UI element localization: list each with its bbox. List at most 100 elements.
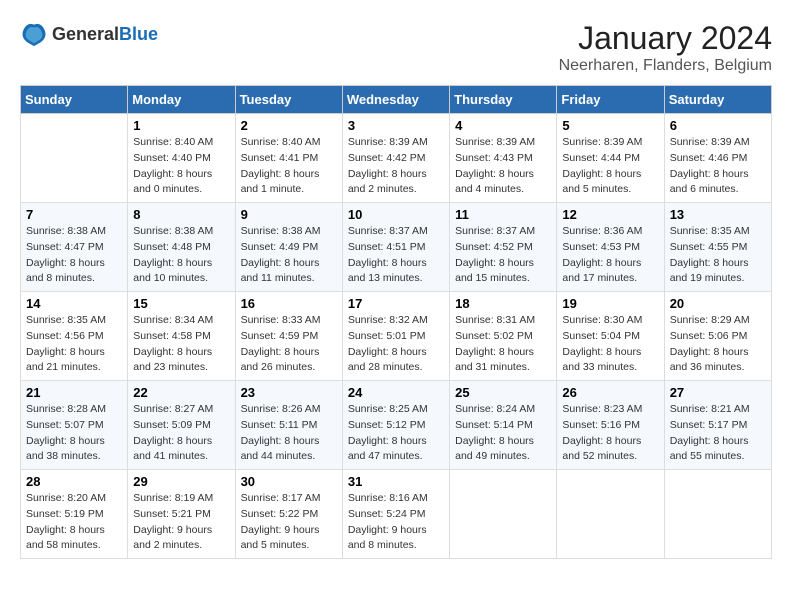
day-number: 16: [241, 296, 337, 311]
day-number: 6: [670, 118, 766, 133]
day-info: Sunrise: 8:35 AMSunset: 4:55 PMDaylight:…: [670, 224, 766, 287]
day-info: Sunrise: 8:30 AMSunset: 5:04 PMDaylight:…: [562, 313, 658, 376]
day-info: Sunrise: 8:40 AMSunset: 4:40 PMDaylight:…: [133, 135, 229, 198]
day-number: 22: [133, 385, 229, 400]
day-info: Sunrise: 8:38 AMSunset: 4:48 PMDaylight:…: [133, 224, 229, 287]
calendar-cell: 18Sunrise: 8:31 AMSunset: 5:02 PMDayligh…: [450, 292, 557, 381]
day-number: 13: [670, 207, 766, 222]
calendar-week-5: 28 Sunrise: 8:20 AMSunset: 5:19 PMDayligh…: [21, 470, 772, 559]
day-number: 17: [348, 296, 444, 311]
calendar-week-4: 21 Sunrise: 8:28 AMSunset: 5:07 PMDayligh…: [21, 381, 772, 470]
page-header: GeneralBlue January 2024 Neerharen, Flan…: [20, 20, 772, 75]
day-number: 25: [455, 385, 551, 400]
header-friday: Friday: [557, 86, 664, 114]
day-info: Sunrise: 8:35 AMSunset: 4:56 PMDaylight:…: [26, 313, 122, 376]
calendar-cell: 25Sunrise: 8:24 AMSunset: 5:14 PMDayligh…: [450, 381, 557, 470]
title-block: January 2024 Neerharen, Flanders, Belgiu…: [559, 20, 772, 75]
day-info: Sunrise: 8:36 AMSunset: 4:53 PMDaylight:…: [562, 224, 658, 287]
calendar-week-2: 7Sunrise: 8:38 AMSunset: 4:47 PMDaylight…: [21, 203, 772, 292]
day-info: Sunrise: 8:33 AMSunset: 4:59 PMDaylight:…: [241, 313, 337, 376]
logo-icon: [20, 20, 48, 48]
day-number: 28: [26, 474, 122, 489]
calendar-cell: 19 Sunrise: 8:30 AMSunset: 5:04 PMDayligh…: [557, 292, 664, 381]
day-info: Sunrise: 8:37 AMSunset: 4:51 PMDaylight:…: [348, 224, 444, 287]
day-info: Sunrise: 8:17 AMSunset: 5:22 PMDaylight:…: [241, 491, 337, 554]
day-info: Sunrise: 8:23 AMSunset: 5:16 PMDaylight:…: [562, 402, 658, 465]
day-number: 7: [26, 207, 122, 222]
header-row: Sunday Monday Tuesday Wednesday Thursday…: [21, 86, 772, 114]
calendar-cell: 21 Sunrise: 8:28 AMSunset: 5:07 PMDayligh…: [21, 381, 128, 470]
calendar-title: January 2024: [559, 20, 772, 57]
calendar-cell: 22 Sunrise: 8:27 AMSunset: 5:09 PMDayligh…: [128, 381, 235, 470]
day-number: 27: [670, 385, 766, 400]
day-info: Sunrise: 8:16 AMSunset: 5:24 PMDaylight:…: [348, 491, 444, 554]
day-info: Sunrise: 8:37 AMSunset: 4:52 PMDaylight:…: [455, 224, 551, 287]
calendar-cell: 7Sunrise: 8:38 AMSunset: 4:47 PMDaylight…: [21, 203, 128, 292]
day-number: 20: [670, 296, 766, 311]
calendar-table: Sunday Monday Tuesday Wednesday Thursday…: [20, 85, 772, 559]
calendar-cell: 6 Sunrise: 8:39 AMSunset: 4:46 PMDaylight…: [664, 114, 771, 203]
day-number: 3: [348, 118, 444, 133]
day-number: 23: [241, 385, 337, 400]
calendar-cell: 20 Sunrise: 8:29 AMSunset: 5:06 PMDayligh…: [664, 292, 771, 381]
day-number: 12: [562, 207, 658, 222]
day-number: 11: [455, 207, 551, 222]
calendar-subtitle: Neerharen, Flanders, Belgium: [559, 57, 772, 75]
day-info: Sunrise: 8:39 AMSunset: 4:46 PMDaylight:…: [670, 135, 766, 198]
calendar-cell: 4 Sunrise: 8:39 AMSunset: 4:43 PMDaylight…: [450, 114, 557, 203]
header-sunday: Sunday: [21, 86, 128, 114]
day-number: 31: [348, 474, 444, 489]
day-info: Sunrise: 8:39 AMSunset: 4:44 PMDaylight:…: [562, 135, 658, 198]
day-info: Sunrise: 8:26 AMSunset: 5:11 PMDaylight:…: [241, 402, 337, 465]
header-saturday: Saturday: [664, 86, 771, 114]
calendar-cell: 11 Sunrise: 8:37 AMSunset: 4:52 PMDayligh…: [450, 203, 557, 292]
calendar-cell: 23 Sunrise: 8:26 AMSunset: 5:11 PMDayligh…: [235, 381, 342, 470]
calendar-week-1: 1 Sunrise: 8:40 AMSunset: 4:40 PMDaylight…: [21, 114, 772, 203]
day-info: Sunrise: 8:27 AMSunset: 5:09 PMDaylight:…: [133, 402, 229, 465]
day-info: Sunrise: 8:40 AMSunset: 4:41 PMDaylight:…: [241, 135, 337, 198]
day-info: Sunrise: 8:32 AMSunset: 5:01 PMDaylight:…: [348, 313, 444, 376]
logo-blue: Blue: [119, 24, 158, 44]
calendar-cell: 28 Sunrise: 8:20 AMSunset: 5:19 PMDayligh…: [21, 470, 128, 559]
day-info: Sunrise: 8:31 AMSunset: 5:02 PMDaylight:…: [455, 313, 551, 376]
day-number: 14: [26, 296, 122, 311]
logo-general: General: [52, 24, 119, 44]
calendar-cell: 10 Sunrise: 8:37 AMSunset: 4:51 PMDayligh…: [342, 203, 449, 292]
day-info: Sunrise: 8:25 AMSunset: 5:12 PMDaylight:…: [348, 402, 444, 465]
calendar-cell: [21, 114, 128, 203]
day-number: 9: [241, 207, 337, 222]
calendar-cell: 27Sunrise: 8:21 AMSunset: 5:17 PMDayligh…: [664, 381, 771, 470]
day-number: 30: [241, 474, 337, 489]
calendar-cell: [664, 470, 771, 559]
calendar-cell: [557, 470, 664, 559]
calendar-cell: 29Sunrise: 8:19 AMSunset: 5:21 PMDayligh…: [128, 470, 235, 559]
calendar-cell: 31 Sunrise: 8:16 AMSunset: 5:24 PMDayligh…: [342, 470, 449, 559]
day-number: 5: [562, 118, 658, 133]
calendar-cell: 13 Sunrise: 8:35 AMSunset: 4:55 PMDayligh…: [664, 203, 771, 292]
logo-text: GeneralBlue: [52, 24, 158, 45]
day-info: Sunrise: 8:20 AMSunset: 5:19 PMDaylight:…: [26, 491, 122, 554]
day-number: 1: [133, 118, 229, 133]
header-monday: Monday: [128, 86, 235, 114]
calendar-cell: 17 Sunrise: 8:32 AMSunset: 5:01 PMDayligh…: [342, 292, 449, 381]
calendar-cell: 9 Sunrise: 8:38 AMSunset: 4:49 PMDaylight…: [235, 203, 342, 292]
day-number: 21: [26, 385, 122, 400]
header-tuesday: Tuesday: [235, 86, 342, 114]
day-number: 29: [133, 474, 229, 489]
day-number: 26: [562, 385, 658, 400]
day-number: 10: [348, 207, 444, 222]
calendar-cell: 8Sunrise: 8:38 AMSunset: 4:48 PMDaylight…: [128, 203, 235, 292]
calendar-cell: 16 Sunrise: 8:33 AMSunset: 4:59 PMDayligh…: [235, 292, 342, 381]
calendar-cell: 30 Sunrise: 8:17 AMSunset: 5:22 PMDayligh…: [235, 470, 342, 559]
day-number: 2: [241, 118, 337, 133]
day-info: Sunrise: 8:28 AMSunset: 5:07 PMDaylight:…: [26, 402, 122, 465]
calendar-cell: 1 Sunrise: 8:40 AMSunset: 4:40 PMDaylight…: [128, 114, 235, 203]
calendar-cell: 12 Sunrise: 8:36 AMSunset: 4:53 PMDayligh…: [557, 203, 664, 292]
day-info: Sunrise: 8:34 AMSunset: 4:58 PMDaylight:…: [133, 313, 229, 376]
header-thursday: Thursday: [450, 86, 557, 114]
day-number: 19: [562, 296, 658, 311]
day-info: Sunrise: 8:39 AMSunset: 4:43 PMDaylight:…: [455, 135, 551, 198]
day-info: Sunrise: 8:38 AMSunset: 4:49 PMDaylight:…: [241, 224, 337, 287]
day-number: 4: [455, 118, 551, 133]
day-info: Sunrise: 8:29 AMSunset: 5:06 PMDaylight:…: [670, 313, 766, 376]
